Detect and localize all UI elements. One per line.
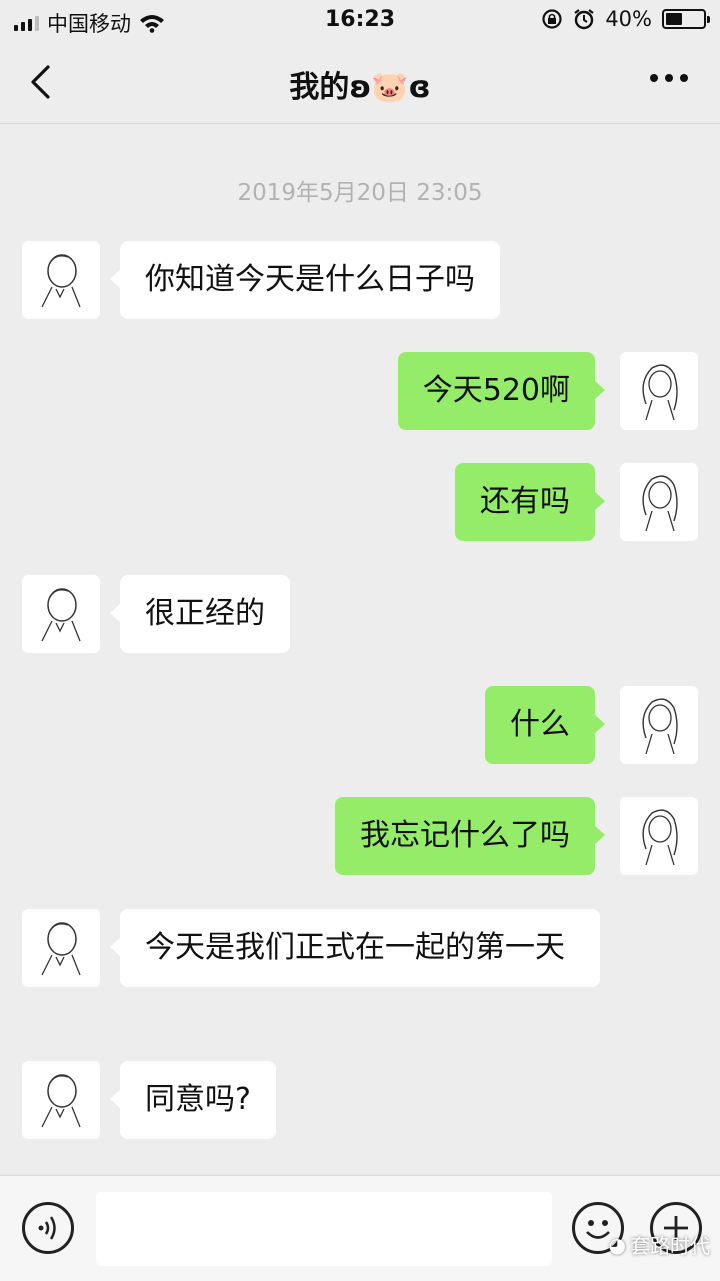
chat-timestamp: 2019年5月20日 23:05 (237, 180, 483, 206)
more-dots-icon[interactable] (650, 74, 688, 82)
girl-avatar-icon (642, 364, 678, 421)
nav-bar: 我的ʚ🐷ɞ (0, 40, 720, 124)
rotation-lock-icon (542, 9, 562, 29)
boy-avatar-icon (41, 254, 81, 308)
message-bubble-outgoing[interactable]: 什么 (485, 686, 605, 764)
boy-avatar-icon (41, 588, 81, 642)
avatar-contact[interactable] (22, 575, 100, 653)
battery-percent: 40% (605, 7, 652, 31)
chat-title: 我的ʚ🐷ɞ (289, 70, 431, 105)
message-bubble-incoming[interactable]: 同意吗? (110, 1061, 276, 1139)
status-right: 40% (541, 7, 710, 31)
boy-avatar-icon (41, 922, 81, 976)
input-bar: ◕ 套路时代 (0, 1175, 720, 1281)
avatar-contact[interactable] (22, 1061, 100, 1139)
girl-avatar-icon (642, 698, 678, 755)
avatar-self[interactable] (620, 686, 698, 764)
message-bubble-incoming[interactable]: 很正经的 (110, 575, 290, 653)
girl-avatar-icon (642, 809, 678, 866)
avatar-contact[interactable] (22, 909, 100, 987)
avatar-self[interactable] (620, 352, 698, 430)
chat-area[interactable]: 2019年5月20日 23:05 你知道今天是什么日子吗 今天520啊 还有吗 (0, 125, 720, 1175)
message-bubble-incoming[interactable]: 今天是我们正式在一起的第一天 (110, 909, 600, 987)
message-bubble-outgoing[interactable]: 还有吗 (455, 463, 605, 541)
boy-avatar-icon (41, 1074, 81, 1128)
message-bubble-outgoing[interactable]: 我忘记什么了吗 (335, 797, 605, 875)
avatar-self[interactable] (620, 797, 698, 875)
avatar-contact[interactable] (22, 241, 100, 319)
girl-avatar-icon (642, 475, 678, 532)
watermark: ◕ 套路时代 (609, 1230, 710, 1259)
message-input[interactable] (96, 1192, 552, 1266)
voice-icon[interactable] (22, 1202, 74, 1254)
watermark-text: 套路时代 (630, 1234, 710, 1258)
avatar-self[interactable] (620, 463, 698, 541)
message-bubble-incoming[interactable]: 你知道今天是什么日子吗 (110, 241, 500, 319)
message-bubble-outgoing[interactable]: 今天520啊 (397, 352, 606, 430)
wechat-logo-icon: ◕ (608, 1232, 626, 1257)
battery-icon (662, 9, 710, 29)
status-bar: 中国移动 16:23 40% (0, 0, 720, 40)
alarm-icon (574, 9, 594, 30)
